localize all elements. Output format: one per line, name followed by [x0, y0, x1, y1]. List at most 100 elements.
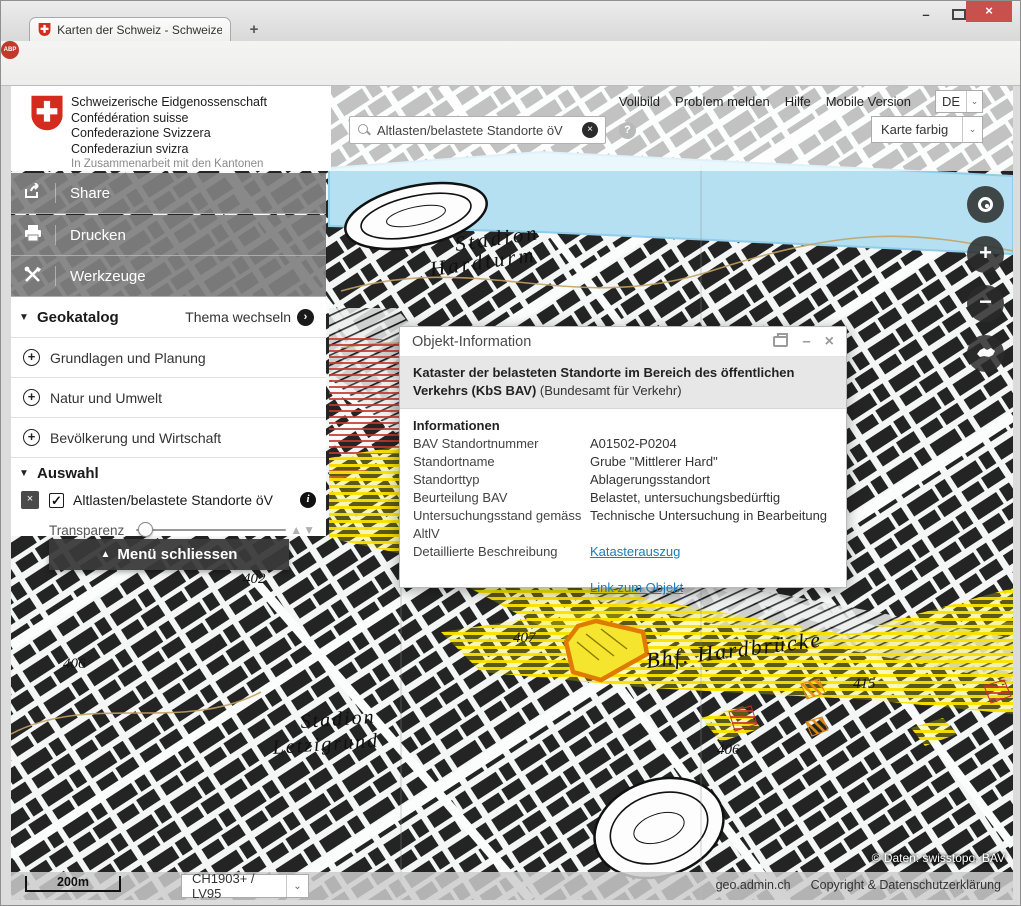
- map-label-402: 402: [243, 571, 266, 587]
- plus-icon: +: [967, 236, 1004, 270]
- layer-label: Altlasten/belastete Standorte öV: [73, 492, 273, 508]
- tab-title: Karten der Schweiz - Schweize...: [57, 23, 222, 37]
- map-search-input[interactable]: [377, 123, 576, 138]
- object-link-row: Link zum Objekt: [413, 579, 833, 597]
- expand-icon[interactable]: +: [23, 349, 40, 366]
- tools-label: Werkzeuge: [70, 268, 146, 285]
- minus-icon: −: [967, 285, 1004, 319]
- adblock-icon[interactable]: ABP: [1, 41, 19, 59]
- geocatalog-header[interactable]: ▼ Geokatalog Thema wechseln ›: [11, 297, 326, 338]
- remove-layer-button[interactable]: ×: [21, 491, 39, 509]
- new-tab-button[interactable]: +: [245, 21, 263, 38]
- print-button[interactable]: Drucken: [11, 215, 326, 256]
- layer-reorder-icons[interactable]: ▲▼: [290, 523, 326, 537]
- navigation-toolbar: ← map.geo.admin.ch/?X=249138.11&Y=680698…: [1, 41, 1020, 86]
- map-attribution: © Daten: swisstopo, BAV: [872, 851, 1005, 865]
- projection-select[interactable]: CH1903+ / LV95 ⌄: [181, 874, 309, 898]
- print-label: Drucken: [70, 227, 126, 244]
- geolocate-button[interactable]: [967, 186, 1004, 223]
- default-extent-button[interactable]: [967, 335, 1004, 372]
- mobile-version-link[interactable]: Mobile Version: [826, 94, 911, 109]
- language-chevron-icon: ⌄: [966, 91, 982, 112]
- transparency-slider[interactable]: [136, 529, 286, 531]
- print-icon: [11, 225, 55, 246]
- popup-layer-source: Kataster der belasteten Standorte im Ber…: [400, 357, 846, 409]
- info-row: Detaillierte Beschreibung Katasterauszug: [413, 543, 833, 561]
- zoom-in-button[interactable]: +: [967, 236, 1004, 273]
- category-bevoelkerung[interactable]: + Bevölkerung und Wirtschaft: [11, 418, 326, 458]
- collapse-icon[interactable]: ▼: [11, 312, 37, 323]
- scale-bar: 200m: [25, 876, 121, 892]
- zoom-out-button[interactable]: −: [967, 285, 1004, 322]
- org-line: Confédération suisse: [71, 111, 267, 127]
- theme-arrow-icon: ›: [297, 309, 314, 326]
- window-maximize-button[interactable]: [952, 9, 966, 20]
- popup-close-icon[interactable]: ×: [825, 333, 834, 351]
- popup-print-icon[interactable]: [773, 336, 788, 347]
- popup-body: Informationen BAV Standortnummer A01502-…: [400, 409, 846, 605]
- browser-window: Karten der Schweiz - Schweize... + – × ←…: [0, 0, 1021, 906]
- org-line: Confederazione Svizzera: [71, 126, 267, 142]
- browser-tab[interactable]: Karten der Schweiz - Schweize...: [29, 17, 231, 41]
- header-overlay: Vollbild Problem melden Hilfe Mobile Ver…: [331, 86, 1013, 171]
- tools-button[interactable]: Werkzeuge: [11, 256, 326, 297]
- expand-icon[interactable]: +: [23, 389, 40, 406]
- copyright-link[interactable]: Copyright & Datenschutzerklärung: [811, 878, 1001, 892]
- search-help-icon[interactable]: ?: [619, 122, 636, 139]
- fullscreen-link[interactable]: Vollbild: [619, 94, 660, 109]
- language-select[interactable]: DE ⌄: [935, 90, 983, 113]
- popup-header[interactable]: Objekt-Information – ×: [400, 327, 846, 357]
- geoadmin-link[interactable]: geo.admin.ch: [716, 878, 791, 892]
- category-label: Natur und Umwelt: [50, 390, 162, 406]
- info-row: Standortname Grube "Mittlerer Hard": [413, 453, 833, 471]
- change-theme-link[interactable]: Thema wechseln ›: [185, 309, 326, 326]
- category-label: Bevölkerung und Wirtschaft: [50, 430, 221, 446]
- map-label-415: 415: [853, 676, 876, 692]
- info-row: Beurteilung BAV Belastet, untersuchungsb…: [413, 489, 833, 507]
- caret-up-icon: ▲: [101, 549, 111, 560]
- source-office: (Bundesamt für Verkehr): [540, 383, 682, 398]
- category-grundlagen[interactable]: + Grundlagen und Planung: [11, 338, 326, 378]
- help-link[interactable]: Hilfe: [785, 94, 811, 109]
- selection-title: Auswahl: [37, 465, 99, 482]
- report-problem-link[interactable]: Problem melden: [675, 94, 770, 109]
- info-row: BAV Standortnummer A01502-P0204: [413, 435, 833, 453]
- kataster-link[interactable]: Katasterauszug: [590, 544, 680, 559]
- map-search-box[interactable]: ×: [349, 116, 606, 144]
- confederation-header: Schweizerische Eidgenossenschaft Confédé…: [11, 86, 331, 171]
- category-natur[interactable]: + Natur und Umwelt: [11, 378, 326, 418]
- org-line: Schweizerische Eidgenossenschaft: [71, 95, 267, 111]
- cooperation-note: In Zusammenarbeit mit den Kantonen: [71, 158, 263, 170]
- popup-title: Objekt-Information: [412, 334, 531, 350]
- window-minimize-button[interactable]: –: [916, 7, 936, 22]
- clear-search-icon[interactable]: ×: [582, 122, 598, 138]
- close-menu-button[interactable]: ▲ Menü schliessen: [49, 539, 289, 570]
- share-icon: [11, 183, 55, 203]
- transparency-label: Transparenz: [49, 523, 124, 538]
- popup-minimize-icon[interactable]: –: [802, 333, 810, 350]
- layer-checkbox[interactable]: ✓: [49, 493, 64, 508]
- projection-chevron-icon: ⌄: [286, 875, 308, 897]
- bottom-bar: 200m CH1903+ / LV95 ⌄ geo.admin.ch Copyr…: [11, 872, 1013, 900]
- geocatalog-title: Geokatalog: [37, 309, 119, 326]
- footer-links: geo.admin.ch Copyright & Datenschutzerkl…: [716, 878, 1001, 892]
- map-style-chevron-icon: ⌄: [962, 117, 982, 142]
- selection-header[interactable]: ▼ Auswahl: [11, 458, 326, 483]
- window-close-button[interactable]: ×: [966, 1, 1012, 22]
- layer-row: × ✓ Altlasten/belastete Standorte öV i: [11, 483, 326, 513]
- collapse-icon[interactable]: ▼: [11, 468, 37, 479]
- map-style-select[interactable]: Karte farbig ⌄: [871, 116, 983, 143]
- map-label-407: 407: [513, 630, 537, 646]
- search-icon: [357, 123, 371, 137]
- info-section-title: Informationen: [413, 417, 833, 435]
- slider-knob[interactable]: [138, 522, 153, 537]
- share-label: Share: [70, 185, 110, 202]
- swiss-favicon-icon: [38, 22, 51, 37]
- page-content: Stadion Hardturm Bhf. Hardbrücke Stadion…: [11, 86, 1013, 900]
- expand-icon[interactable]: +: [23, 429, 40, 446]
- object-link[interactable]: Link zum Objekt: [590, 580, 683, 595]
- layer-info-icon[interactable]: i: [300, 492, 316, 508]
- share-button[interactable]: Share: [11, 173, 326, 214]
- close-menu-label: Menü schliessen: [117, 546, 237, 563]
- map-label-406b: 406: [717, 742, 740, 758]
